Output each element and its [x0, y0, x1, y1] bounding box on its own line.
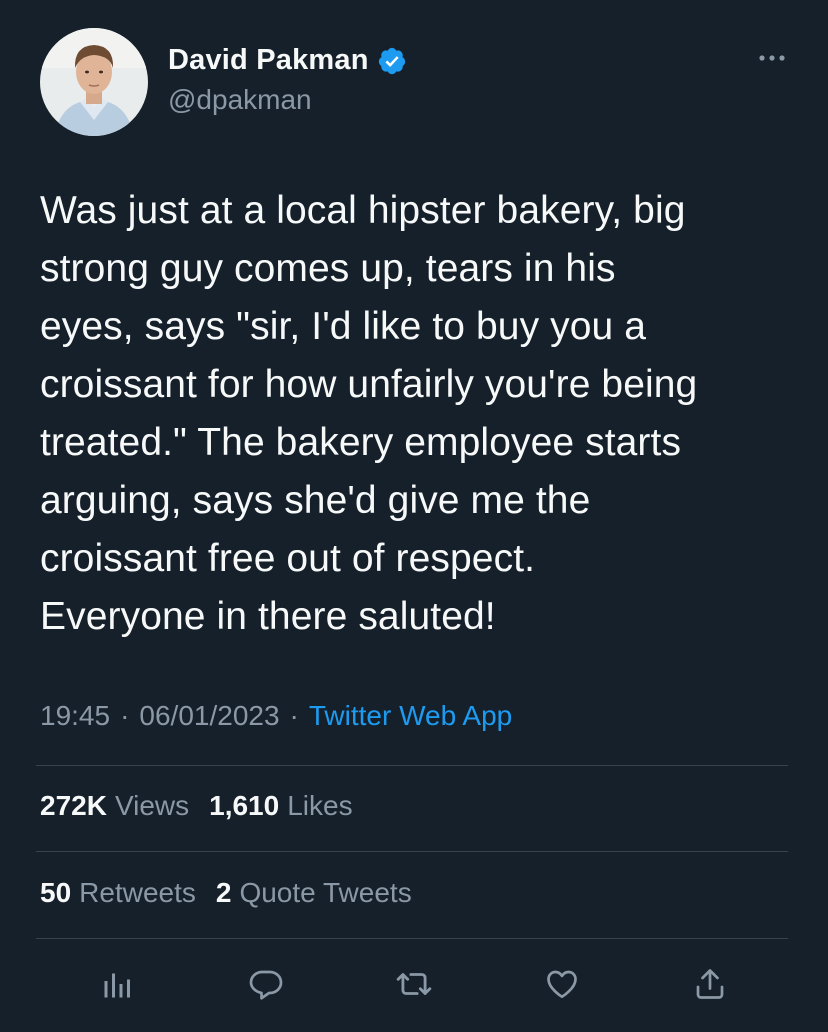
views-stat[interactable]: 272K Views: [40, 790, 189, 822]
quotes-stat[interactable]: 2 Quote Tweets: [216, 877, 412, 909]
avatar-image: [40, 28, 148, 136]
divider: [36, 938, 788, 939]
quotes-count: 2: [215, 877, 232, 908]
meta-separator: ·: [120, 700, 130, 731]
tweet-time[interactable]: 19:45: [40, 700, 110, 732]
retweets-count: 50: [40, 877, 72, 908]
likes-label: Likes: [287, 790, 353, 821]
analytics-icon[interactable]: [96, 962, 140, 1006]
likes-count: 1,610: [209, 790, 280, 821]
likes-stat[interactable]: 1,610 Likes: [209, 790, 352, 822]
quotes-label: Quote Tweets: [239, 877, 412, 908]
action-bar: [0, 962, 828, 1012]
divider: [36, 765, 788, 766]
tweet-date[interactable]: 06/01/2023: [139, 700, 279, 732]
tweet-detail: David Pakman @dpakman Was just at a loca…: [0, 0, 828, 1032]
retweets-quotes-stats: 50 Retweets 2 Quote Tweets: [40, 877, 412, 909]
views-count: 272K: [40, 790, 107, 821]
share-icon[interactable]: [688, 962, 732, 1006]
views-likes-stats: 272K Views 1,610 Likes: [40, 790, 353, 822]
views-label: Views: [114, 790, 190, 821]
author-handle[interactable]: @dpakman: [168, 84, 312, 116]
verified-badge-icon: [377, 46, 407, 76]
author-display-name[interactable]: David Pakman: [168, 44, 369, 77]
like-icon[interactable]: [540, 962, 584, 1006]
retweets-label: Retweets: [79, 877, 196, 908]
meta-separator: ·: [289, 700, 299, 731]
reply-icon[interactable]: [244, 962, 288, 1006]
tweet-text: Was just at a local hipster bakery, big …: [40, 189, 698, 638]
more-options-icon[interactable]: [756, 48, 788, 68]
avatar[interactable]: [40, 28, 148, 136]
divider: [36, 851, 788, 852]
retweets-stat[interactable]: 50 Retweets: [40, 877, 196, 909]
tweet-meta: 19:45 · 06/01/2023 · Twitter Web App: [40, 700, 512, 732]
tweet-source-link[interactable]: Twitter Web App: [309, 700, 512, 732]
retweet-icon[interactable]: [392, 962, 436, 1006]
author-name-row[interactable]: David Pakman: [168, 44, 407, 77]
